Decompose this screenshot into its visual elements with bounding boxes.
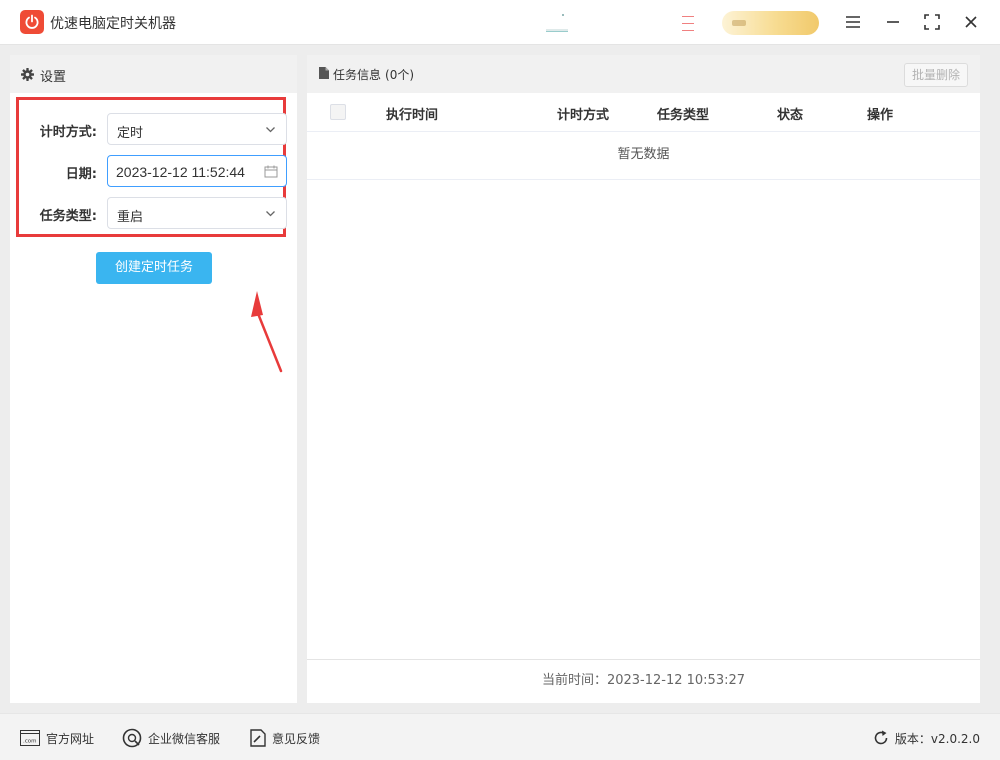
create-task-button[interactable]: 创建定时任务 (96, 252, 212, 284)
feedback-icon (250, 729, 266, 747)
timing-mode-label: 计时方式: (39, 125, 97, 140)
chevron-down-icon (266, 211, 275, 217)
column-header-status: 状态 (777, 108, 804, 123)
refresh-icon (874, 730, 888, 745)
version-label: 版本：v2.0.2.0 (894, 731, 980, 746)
annotation-arrow-icon (251, 291, 283, 373)
date-label: 日期: (65, 167, 97, 182)
document-icon (319, 67, 329, 79)
calendar-icon[interactable] (264, 165, 278, 178)
settings-panel: 设置 计时方式: 定时 日期: 2023-12-12 11:52:44 任务类型… (10, 55, 297, 703)
date-picker-input[interactable]: 2023-12-12 11:52:44 (107, 155, 287, 187)
wechat-label: 企业微信客服 (148, 731, 221, 746)
chevron-down-icon (266, 127, 275, 133)
website-label: 官方网址 (46, 731, 95, 746)
feedback-link[interactable]: 意见反馈 (250, 728, 320, 748)
minimize-icon (887, 21, 899, 23)
feedback-label: 意见反馈 (272, 731, 321, 746)
app-logo-icon (20, 10, 44, 34)
highlight-box: 计时方式: 定时 日期: 2023-12-12 11:52:44 任务类型: 重… (16, 97, 287, 237)
version-info[interactable]: 版本：v2.0.2.0 (873, 728, 980, 748)
timing-mode-value: 定时 (117, 126, 144, 141)
minimize-button[interactable] (881, 10, 905, 34)
maximize-icon (924, 14, 940, 30)
wechat-service-link[interactable]: 企业微信客服 (122, 728, 220, 748)
table-header: 执行时间 计时方式 任务类型 状态 操作 (307, 93, 980, 132)
app-title: 优速电脑定时关机器 (50, 16, 176, 32)
titlebar-decoration (546, 14, 568, 32)
wechat-icon (122, 728, 142, 748)
close-icon (965, 16, 977, 28)
menu-button[interactable] (841, 10, 865, 34)
current-time: 当前时间：2023-12-12 10:53:27 (307, 659, 980, 703)
task-type-value: 重启 (117, 210, 144, 225)
column-header-actions: 操作 (867, 108, 894, 123)
date-value: 2023-12-12 11:52:44 (116, 164, 245, 180)
close-button[interactable] (959, 10, 983, 34)
batch-delete-button[interactable]: 批量删除 (904, 63, 968, 87)
menu-icon (846, 16, 860, 28)
titlebar-decoration (682, 14, 694, 32)
tasks-header: 任务信息 (0个) 批量删除 (307, 55, 980, 93)
vip-badge[interactable] (722, 11, 819, 35)
settings-header: 设置 (10, 55, 297, 93)
column-header-task-type: 任务类型 (657, 108, 710, 123)
settings-title: 设置 (40, 70, 67, 85)
empty-table-message: 暂无数据 (307, 132, 980, 180)
website-link[interactable]: .com 官方网址 (20, 728, 94, 748)
tasks-title: 任务信息 (0个) (333, 68, 415, 82)
timing-mode-select[interactable]: 定时 (107, 113, 287, 145)
website-icon: .com (20, 730, 40, 746)
column-header-timing-mode: 计时方式 (557, 108, 610, 123)
svg-text:.com: .com (23, 739, 37, 745)
status-bar: .com 官方网址 企业微信客服 意见反馈 版本：v2.0.2.0 (0, 713, 1000, 760)
column-header-exec-time: 执行时间 (386, 108, 439, 123)
select-all-checkbox[interactable] (330, 104, 346, 120)
task-type-select[interactable]: 重启 (107, 197, 287, 229)
title-bar: 优速电脑定时关机器 (0, 0, 1000, 45)
maximize-button[interactable] (920, 10, 944, 34)
gear-icon (21, 68, 34, 81)
tasks-panel: 任务信息 (0个) 批量删除 执行时间 计时方式 任务类型 状态 操作 暂无数据 … (307, 55, 980, 703)
task-type-label: 任务类型: (39, 209, 97, 224)
